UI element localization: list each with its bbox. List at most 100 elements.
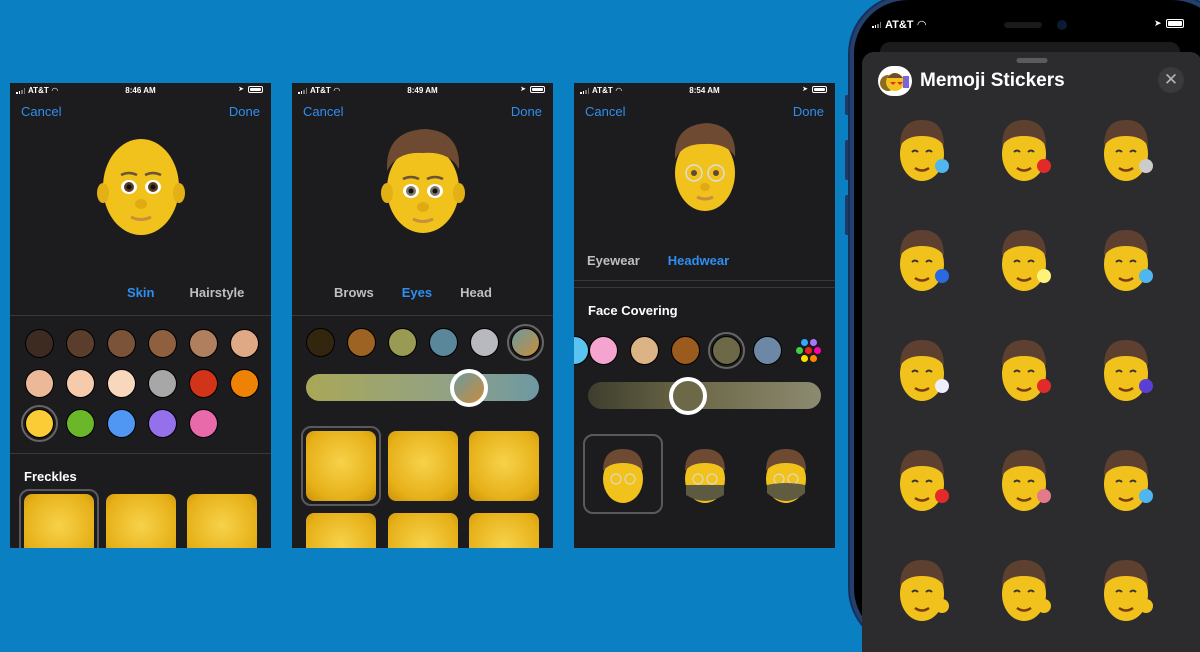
sticker-steam-from-nose[interactable]: [887, 330, 957, 410]
eye-option[interactable]: [469, 513, 539, 548]
color-swatch[interactable]: [230, 369, 259, 398]
color-swatch[interactable]: [66, 369, 95, 398]
sticker-kiss-heart[interactable]: [887, 440, 957, 520]
color-swatch[interactable]: [753, 336, 782, 365]
color-swatch[interactable]: [429, 328, 458, 357]
battery-icon: [812, 85, 827, 93]
front-camera: [1057, 20, 1067, 30]
tab-eyes[interactable]: Eyes: [402, 285, 432, 300]
sticker-tears-of-joy[interactable]: [887, 110, 957, 190]
color-swatch[interactable]: [708, 332, 745, 369]
color-swatch[interactable]: [148, 409, 177, 438]
battery-icon: [530, 85, 545, 93]
sticker-sad-tear[interactable]: [1091, 220, 1161, 300]
divider: [574, 287, 835, 288]
color-swatch[interactable]: [189, 329, 218, 358]
memoji-stickers-sheet: Memoji Stickers ✕: [862, 52, 1200, 652]
color-swatch-partial[interactable]: [574, 336, 589, 365]
tab-headwear[interactable]: Headwear: [668, 253, 729, 268]
tab-hairstyle[interactable]: Hairstyle: [189, 285, 244, 300]
sticker-smiling-with-hearts[interactable]: [989, 330, 1059, 410]
location-icon: ➤: [1154, 18, 1162, 28]
close-button[interactable]: ✕: [1158, 67, 1184, 93]
status-bar: AT&T ◠ 8:54 AM ➤: [574, 83, 835, 97]
eye-option[interactable]: [301, 426, 381, 506]
clock: 8:54 AM: [689, 86, 720, 95]
cancel-button[interactable]: Cancel: [303, 104, 343, 119]
color-swatch[interactable]: [388, 328, 417, 357]
done-button[interactable]: Done: [511, 104, 542, 119]
divider: [10, 315, 271, 316]
sheet-grabber[interactable]: [1016, 58, 1048, 63]
face-covering-option-none[interactable]: [583, 434, 663, 514]
color-swatch[interactable]: [66, 409, 95, 438]
eye-color-slider[interactable]: [306, 368, 539, 407]
phone-side-button: [845, 140, 849, 180]
tab-head[interactable]: Head: [460, 285, 492, 300]
color-picker-icon[interactable]: [794, 336, 823, 365]
battery-icon: [248, 85, 263, 93]
face-covering-option-surgical-mask[interactable]: [670, 439, 740, 509]
color-swatch[interactable]: [107, 409, 136, 438]
memoji-avatar-preview: [96, 139, 185, 235]
color-swatch[interactable]: [589, 336, 618, 365]
status-bar: AT&T ◠ ➤: [854, 18, 1200, 34]
eye-option[interactable]: [469, 431, 539, 501]
divider: [574, 280, 835, 281]
color-swatch[interactable]: [25, 369, 54, 398]
cancel-button[interactable]: Cancel: [21, 104, 61, 119]
face-covering-color-slider[interactable]: [588, 376, 821, 415]
color-swatch[interactable]: [230, 329, 259, 358]
clock: 8:49 AM: [407, 86, 438, 95]
eye-option[interactable]: [306, 513, 376, 548]
face-covering-option-cloth-mask[interactable]: [751, 439, 821, 509]
signal-icon: [872, 21, 881, 28]
color-swatch[interactable]: [189, 369, 218, 398]
slider-knob[interactable]: [450, 368, 489, 407]
sticker-sleeping[interactable]: [887, 220, 957, 300]
color-swatch[interactable]: [630, 336, 659, 365]
status-bar: AT&T ◠ 8:49 AM ➤: [292, 83, 553, 97]
color-swatch[interactable]: [25, 329, 54, 358]
sticker-heart-eyes[interactable]: [989, 110, 1059, 190]
freckles-option-none[interactable]: [19, 489, 99, 548]
cancel-button[interactable]: Cancel: [585, 104, 625, 119]
phone-side-button: [845, 95, 849, 115]
memoji-app-icon: [878, 66, 912, 96]
color-swatch[interactable]: [107, 369, 136, 398]
color-swatch[interactable]: [148, 329, 177, 358]
color-swatch[interactable]: [189, 409, 218, 438]
sticker-peace-sign[interactable]: [1091, 550, 1161, 630]
sticker-thumbs-up[interactable]: [887, 550, 957, 630]
sticker-star-struck[interactable]: [989, 220, 1059, 300]
freckles-option-light[interactable]: [106, 494, 176, 548]
sticker-winking-tongue[interactable]: [989, 440, 1059, 520]
status-bar: AT&T ◠ 8:46 AM ➤: [10, 83, 271, 97]
location-icon: ➤: [238, 86, 244, 93]
color-swatch[interactable]: [148, 369, 177, 398]
freckles-option-heavy[interactable]: [187, 494, 257, 548]
color-swatch[interactable]: [21, 405, 58, 442]
color-swatch[interactable]: [507, 324, 544, 361]
color-swatch[interactable]: [347, 328, 376, 357]
sticker-sweat-smile[interactable]: [1091, 440, 1161, 520]
tab-eyewear[interactable]: Eyewear: [587, 253, 640, 268]
tab-skin[interactable]: Skin: [127, 285, 154, 300]
eye-option[interactable]: [388, 513, 458, 548]
done-button[interactable]: Done: [793, 104, 824, 119]
slider-knob[interactable]: [669, 376, 708, 415]
color-swatch[interactable]: [671, 336, 700, 365]
carrier-label: AT&T: [885, 18, 914, 31]
tab-brows[interactable]: Brows: [334, 285, 374, 300]
color-swatch[interactable]: [107, 329, 136, 358]
sticker-mind-blown[interactable]: [1091, 110, 1161, 190]
done-button[interactable]: Done: [229, 104, 260, 119]
sticker-party[interactable]: [1091, 330, 1161, 410]
color-swatch[interactable]: [306, 328, 335, 357]
color-swatch[interactable]: [470, 328, 499, 357]
clock: 8:46 AM: [125, 86, 156, 95]
eye-option[interactable]: [388, 431, 458, 501]
headwear-editor-screen: AT&T ◠ 8:54 AM ➤ Cancel Done Eyewear Head…: [574, 83, 835, 548]
sticker-thumbs-down[interactable]: [989, 550, 1059, 630]
color-swatch[interactable]: [66, 329, 95, 358]
